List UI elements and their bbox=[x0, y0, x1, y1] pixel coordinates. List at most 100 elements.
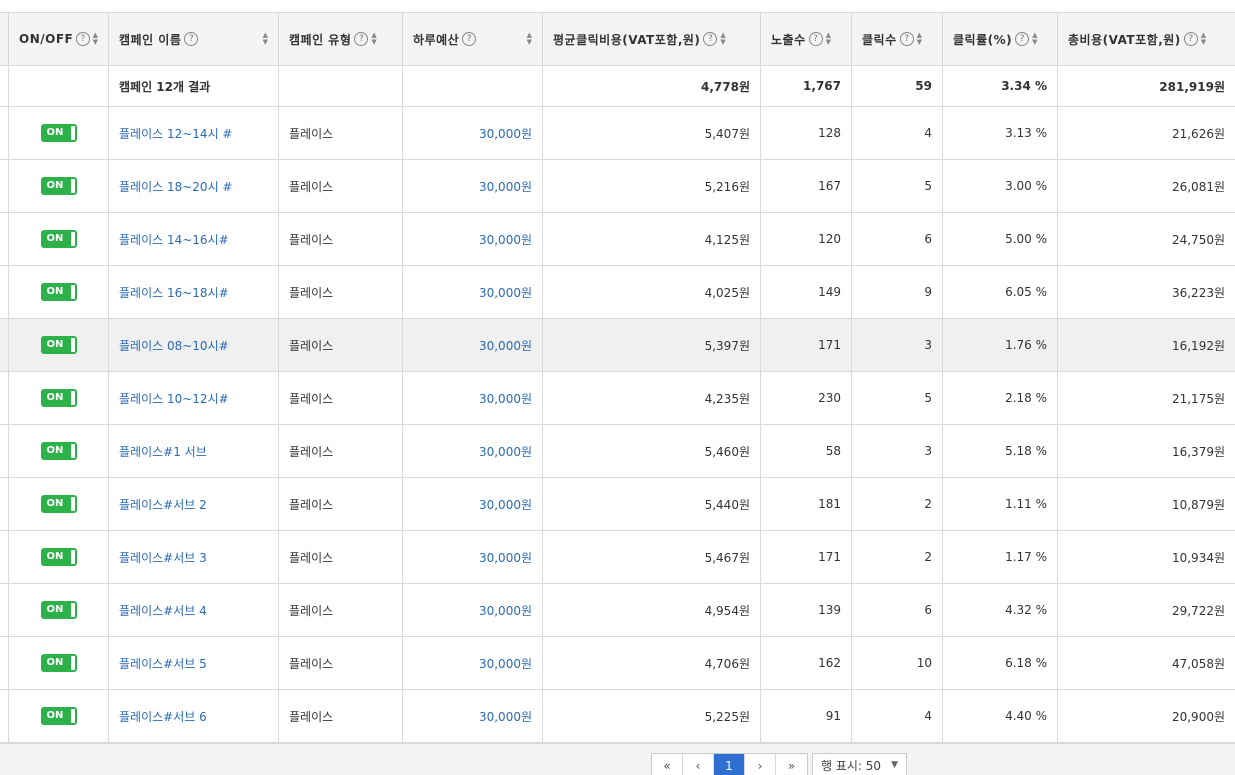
daily-budget-link[interactable]: 30,000원 bbox=[479, 286, 532, 300]
sort-icon[interactable]: ▲ ▼ bbox=[917, 32, 922, 46]
help-icon[interactable]: ? bbox=[184, 32, 199, 46]
table-row[interactable]: ON 플레이스#서브 3 플레이스 30,000원 5,467원 171 2 1.17 % 10… bbox=[0, 530, 1235, 584]
sort-icon[interactable]: ▲ ▼ bbox=[371, 32, 376, 46]
help-icon[interactable]: ? bbox=[462, 32, 477, 46]
rows-per-page-select[interactable]: 행 표시: 50 ▼ bbox=[812, 753, 907, 775]
page-button-current[interactable]: 1 bbox=[714, 754, 745, 775]
on-off-toggle[interactable]: ON bbox=[40, 707, 77, 725]
column-header-total-cost[interactable]: 총비용(VAT포함,원) ? ▲ ▼ bbox=[1057, 12, 1235, 66]
on-off-toggle[interactable]: ON bbox=[40, 336, 77, 354]
table-row[interactable]: ON 플레이스#1 서브 플레이스 30,000원 5,460원 58 3 5.18 % 16,… bbox=[0, 424, 1235, 478]
campaign-name-link[interactable]: 플레이스#서브 2 bbox=[119, 498, 207, 512]
daily-budget-link[interactable]: 30,000원 bbox=[479, 657, 532, 671]
daily-budget-link[interactable]: 30,000원 bbox=[479, 604, 532, 618]
table-row[interactable]: ON 플레이스 14~16시# 플레이스 30,000원 4,125원 120 6 5.00 … bbox=[0, 212, 1235, 266]
column-header-onoff[interactable]: ON/OFF ? ▲ ▼ bbox=[8, 12, 109, 66]
next-page-button[interactable]: › bbox=[745, 754, 776, 775]
sort-icon[interactable]: ▲ ▼ bbox=[720, 32, 725, 46]
help-icon[interactable]: ? bbox=[1015, 32, 1030, 46]
sort-icon[interactable]: ▲ ▼ bbox=[93, 32, 98, 46]
table-row[interactable]: ON 플레이스 18~20시 # 플레이스 30,000원 5,216원 167 5 3.00… bbox=[0, 159, 1235, 213]
avg-cpc-cell: 5,225원 bbox=[542, 689, 761, 743]
sort-icon[interactable]: ▲ ▼ bbox=[1032, 32, 1037, 46]
campaign-name-cell: 플레이스 10~12시# bbox=[108, 371, 279, 425]
table-row[interactable]: ON 플레이스#서브 4 플레이스 30,000원 4,954원 139 6 4.32 % 29… bbox=[0, 583, 1235, 637]
campaign-name-link[interactable]: 플레이스 16~18시# bbox=[119, 286, 229, 300]
campaign-name-link[interactable]: 플레이스 08~10시# bbox=[119, 339, 229, 353]
column-header-campaign-type[interactable]: 캠페인 유형 ? ▲ ▼ bbox=[278, 12, 403, 66]
help-icon[interactable]: ? bbox=[354, 32, 369, 46]
clicks-cell: 2 bbox=[851, 477, 943, 531]
daily-budget-link[interactable]: 30,000원 bbox=[479, 498, 532, 512]
campaign-name-link[interactable]: 플레이스#서브 4 bbox=[119, 604, 207, 618]
on-off-toggle[interactable]: ON bbox=[40, 654, 77, 672]
on-off-toggle[interactable]: ON bbox=[40, 601, 77, 619]
daily-budget-link[interactable]: 30,000원 bbox=[479, 392, 532, 406]
daily-budget-link[interactable]: 30,000원 bbox=[479, 233, 532, 247]
total-cost-cell: 16,192원 bbox=[1057, 318, 1235, 372]
on-off-toggle[interactable]: ON bbox=[40, 389, 77, 407]
impressions-cell: 120 bbox=[760, 212, 852, 266]
help-icon[interactable]: ? bbox=[808, 32, 823, 46]
column-header-clicks[interactable]: 클릭수 ? ▲ ▼ bbox=[851, 12, 943, 66]
table-row[interactable]: ON 플레이스 12~14시 # 플레이스 30,000원 5,407원 128 4 3.13… bbox=[0, 106, 1235, 160]
help-icon[interactable]: ? bbox=[1183, 32, 1198, 46]
sort-icon[interactable]: ▲ ▼ bbox=[527, 32, 532, 46]
on-off-toggle[interactable]: ON bbox=[40, 177, 77, 195]
on-off-toggle[interactable]: ON bbox=[40, 548, 77, 566]
help-icon[interactable]: ? bbox=[899, 32, 914, 46]
ctr-cell: 1.17 % bbox=[942, 530, 1058, 584]
sort-icon[interactable]: ▲ ▼ bbox=[826, 32, 831, 46]
ctr-cell: 1.76 % bbox=[942, 318, 1058, 372]
last-page-button[interactable]: » bbox=[776, 754, 807, 775]
campaign-name-link[interactable]: 플레이스#서브 3 bbox=[119, 551, 207, 565]
toggle-knob bbox=[70, 709, 75, 723]
toggle-knob bbox=[70, 179, 75, 193]
first-page-button[interactable]: « bbox=[652, 754, 683, 775]
campaign-name-link[interactable]: 플레이스 18~20시 # bbox=[119, 180, 232, 194]
daily-budget-link[interactable]: 30,000원 bbox=[479, 339, 532, 353]
column-header-ctr[interactable]: 클릭률(%) ? ▲ ▼ bbox=[942, 12, 1058, 66]
sort-icon[interactable]: ▲ ▼ bbox=[263, 32, 268, 46]
table-row[interactable]: ON 플레이스 08~10시# 플레이스 30,000원 5,397원 171 3 1.76 … bbox=[0, 318, 1235, 372]
on-off-toggle[interactable]: ON bbox=[40, 495, 77, 513]
ctr-cell: 3.00 % bbox=[942, 159, 1058, 213]
column-header-campaign-name[interactable]: 캠페인 이름 ? ▲ ▼ bbox=[108, 12, 279, 66]
campaign-name-link[interactable]: 플레이스#1 서브 bbox=[119, 445, 207, 459]
toggle-label: ON bbox=[46, 286, 64, 297]
campaign-name-link[interactable]: 플레이스#서브 5 bbox=[119, 657, 207, 671]
table-footer: « ‹ 1 › » 행 표시: 50 ▼ bbox=[0, 743, 1235, 775]
prev-page-button[interactable]: ‹ bbox=[683, 754, 714, 775]
on-off-toggle[interactable]: ON bbox=[40, 230, 77, 248]
daily-budget-link[interactable]: 30,000원 bbox=[479, 180, 532, 194]
total-cost-cell: 24,750원 bbox=[1057, 212, 1235, 266]
summary-cost: 281,919원 bbox=[1057, 65, 1235, 107]
campaign-name-link[interactable]: 플레이스#서브 6 bbox=[119, 710, 207, 724]
sort-icon[interactable]: ▲ ▼ bbox=[1201, 32, 1206, 46]
daily-budget-link[interactable]: 30,000원 bbox=[479, 551, 532, 565]
daily-budget-link[interactable]: 30,000원 bbox=[479, 710, 532, 724]
help-icon[interactable]: ? bbox=[76, 32, 90, 46]
ctr-cell: 5.00 % bbox=[942, 212, 1058, 266]
on-off-toggle[interactable]: ON bbox=[40, 124, 77, 142]
column-header-impressions[interactable]: 노출수 ? ▲ ▼ bbox=[760, 12, 852, 66]
table-row[interactable]: ON 플레이스#서브 5 플레이스 30,000원 4,706원 162 10 6.18 % 4… bbox=[0, 636, 1235, 690]
daily-budget-link[interactable]: 30,000원 bbox=[479, 445, 532, 459]
table-row[interactable]: ON 플레이스 10~12시# 플레이스 30,000원 4,235원 230 5 2.18 … bbox=[0, 371, 1235, 425]
column-header-avg-cpc[interactable]: 평균클릭비용(VAT포함,원) ? ▲ ▼ bbox=[542, 12, 761, 66]
column-header-daily-budget[interactable]: 하루예산 ? ▲ ▼ bbox=[402, 12, 543, 66]
help-icon[interactable]: ? bbox=[703, 32, 718, 46]
table-row[interactable]: ON 플레이스 16~18시# 플레이스 30,000원 4,025원 149 9 6.05 … bbox=[0, 265, 1235, 319]
on-off-toggle[interactable]: ON bbox=[40, 283, 77, 301]
onoff-cell: ON bbox=[8, 265, 109, 319]
table-row[interactable]: ON 플레이스#서브 6 플레이스 30,000원 5,225원 91 4 4.40 % 20,… bbox=[0, 689, 1235, 743]
campaign-name-link[interactable]: 플레이스 14~16시# bbox=[119, 233, 229, 247]
table-row[interactable]: ON 플레이스#서브 2 플레이스 30,000원 5,440원 181 2 1.11 % 10… bbox=[0, 477, 1235, 531]
clicks-cell: 4 bbox=[851, 689, 943, 743]
total-cost-cell: 16,379원 bbox=[1057, 424, 1235, 478]
on-off-toggle[interactable]: ON bbox=[40, 442, 77, 460]
daily-budget-link[interactable]: 30,000원 bbox=[479, 127, 532, 141]
campaign-name-link[interactable]: 플레이스 12~14시 # bbox=[119, 127, 232, 141]
campaign-name-link[interactable]: 플레이스 10~12시# bbox=[119, 392, 229, 406]
row-spacer-cell bbox=[0, 212, 9, 266]
